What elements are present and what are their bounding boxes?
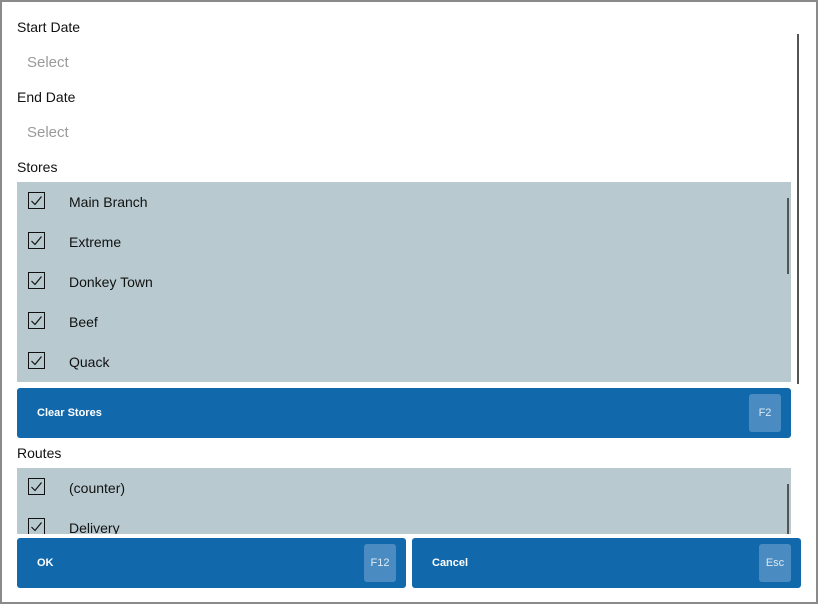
store-checkbox[interactable] xyxy=(28,272,45,289)
route-item-delivery[interactable]: Delivery xyxy=(17,508,791,534)
check-icon xyxy=(31,522,42,532)
routes-list-scrollbar[interactable] xyxy=(787,484,789,534)
start-date-field[interactable]: Select xyxy=(27,54,69,71)
clear-stores-button[interactable]: Clear Stores F2 xyxy=(17,388,791,438)
filter-dialog: Start Date Select End Date Select Stores… xyxy=(0,0,818,604)
ok-label: OK xyxy=(37,557,54,569)
store-item-main-branch[interactable]: Main Branch xyxy=(17,182,791,222)
ok-button[interactable]: OK F12 xyxy=(17,538,406,588)
end-date-label: End Date xyxy=(17,89,76,105)
stores-label: Stores xyxy=(17,159,58,175)
store-item-label: Beef xyxy=(69,314,98,330)
dialog-scrollbar[interactable] xyxy=(797,34,799,384)
clear-stores-shortcut: F2 xyxy=(749,394,781,432)
route-checkbox[interactable] xyxy=(28,478,45,495)
check-icon xyxy=(31,236,42,246)
store-item-label: Quack xyxy=(69,354,110,370)
stores-list: Main Branch Extreme Donkey Town Beef Qua… xyxy=(17,182,791,382)
start-date-label: Start Date xyxy=(17,19,81,35)
store-checkbox[interactable] xyxy=(28,232,45,249)
store-item-beef[interactable]: Beef xyxy=(17,302,791,342)
store-item-label: Main Branch xyxy=(69,194,148,210)
route-item-label: Delivery xyxy=(69,520,120,534)
route-checkbox[interactable] xyxy=(28,518,45,534)
store-item-quack[interactable]: Quack xyxy=(17,342,791,382)
check-icon xyxy=(31,482,42,492)
cancel-shortcut: Esc xyxy=(759,544,791,582)
route-item-label: (counter) xyxy=(69,480,126,496)
routes-list: (counter) Delivery xyxy=(17,468,791,534)
clear-stores-label: Clear Stores xyxy=(37,407,102,419)
check-icon xyxy=(31,356,42,366)
dialog-scroll-area[interactable]: Start Date Select End Date Select Stores… xyxy=(2,2,800,534)
store-item-label: Extreme xyxy=(69,234,122,250)
store-item-label: Donkey Town xyxy=(69,274,153,290)
store-item-extreme[interactable]: Extreme xyxy=(17,222,791,262)
route-item-counter[interactable]: (counter) xyxy=(17,468,791,508)
routes-label: Routes xyxy=(17,445,62,461)
cancel-button[interactable]: Cancel Esc xyxy=(412,538,801,588)
check-icon xyxy=(31,276,42,286)
check-icon xyxy=(31,316,42,326)
check-icon xyxy=(31,196,42,206)
store-item-donkey-town[interactable]: Donkey Town xyxy=(17,262,791,302)
store-checkbox[interactable] xyxy=(28,192,45,209)
stores-list-scrollbar[interactable] xyxy=(787,198,789,274)
cancel-label: Cancel xyxy=(432,557,469,569)
ok-shortcut: F12 xyxy=(364,544,396,582)
store-checkbox[interactable] xyxy=(28,352,45,369)
store-checkbox[interactable] xyxy=(28,312,45,329)
end-date-field[interactable]: Select xyxy=(27,124,69,141)
